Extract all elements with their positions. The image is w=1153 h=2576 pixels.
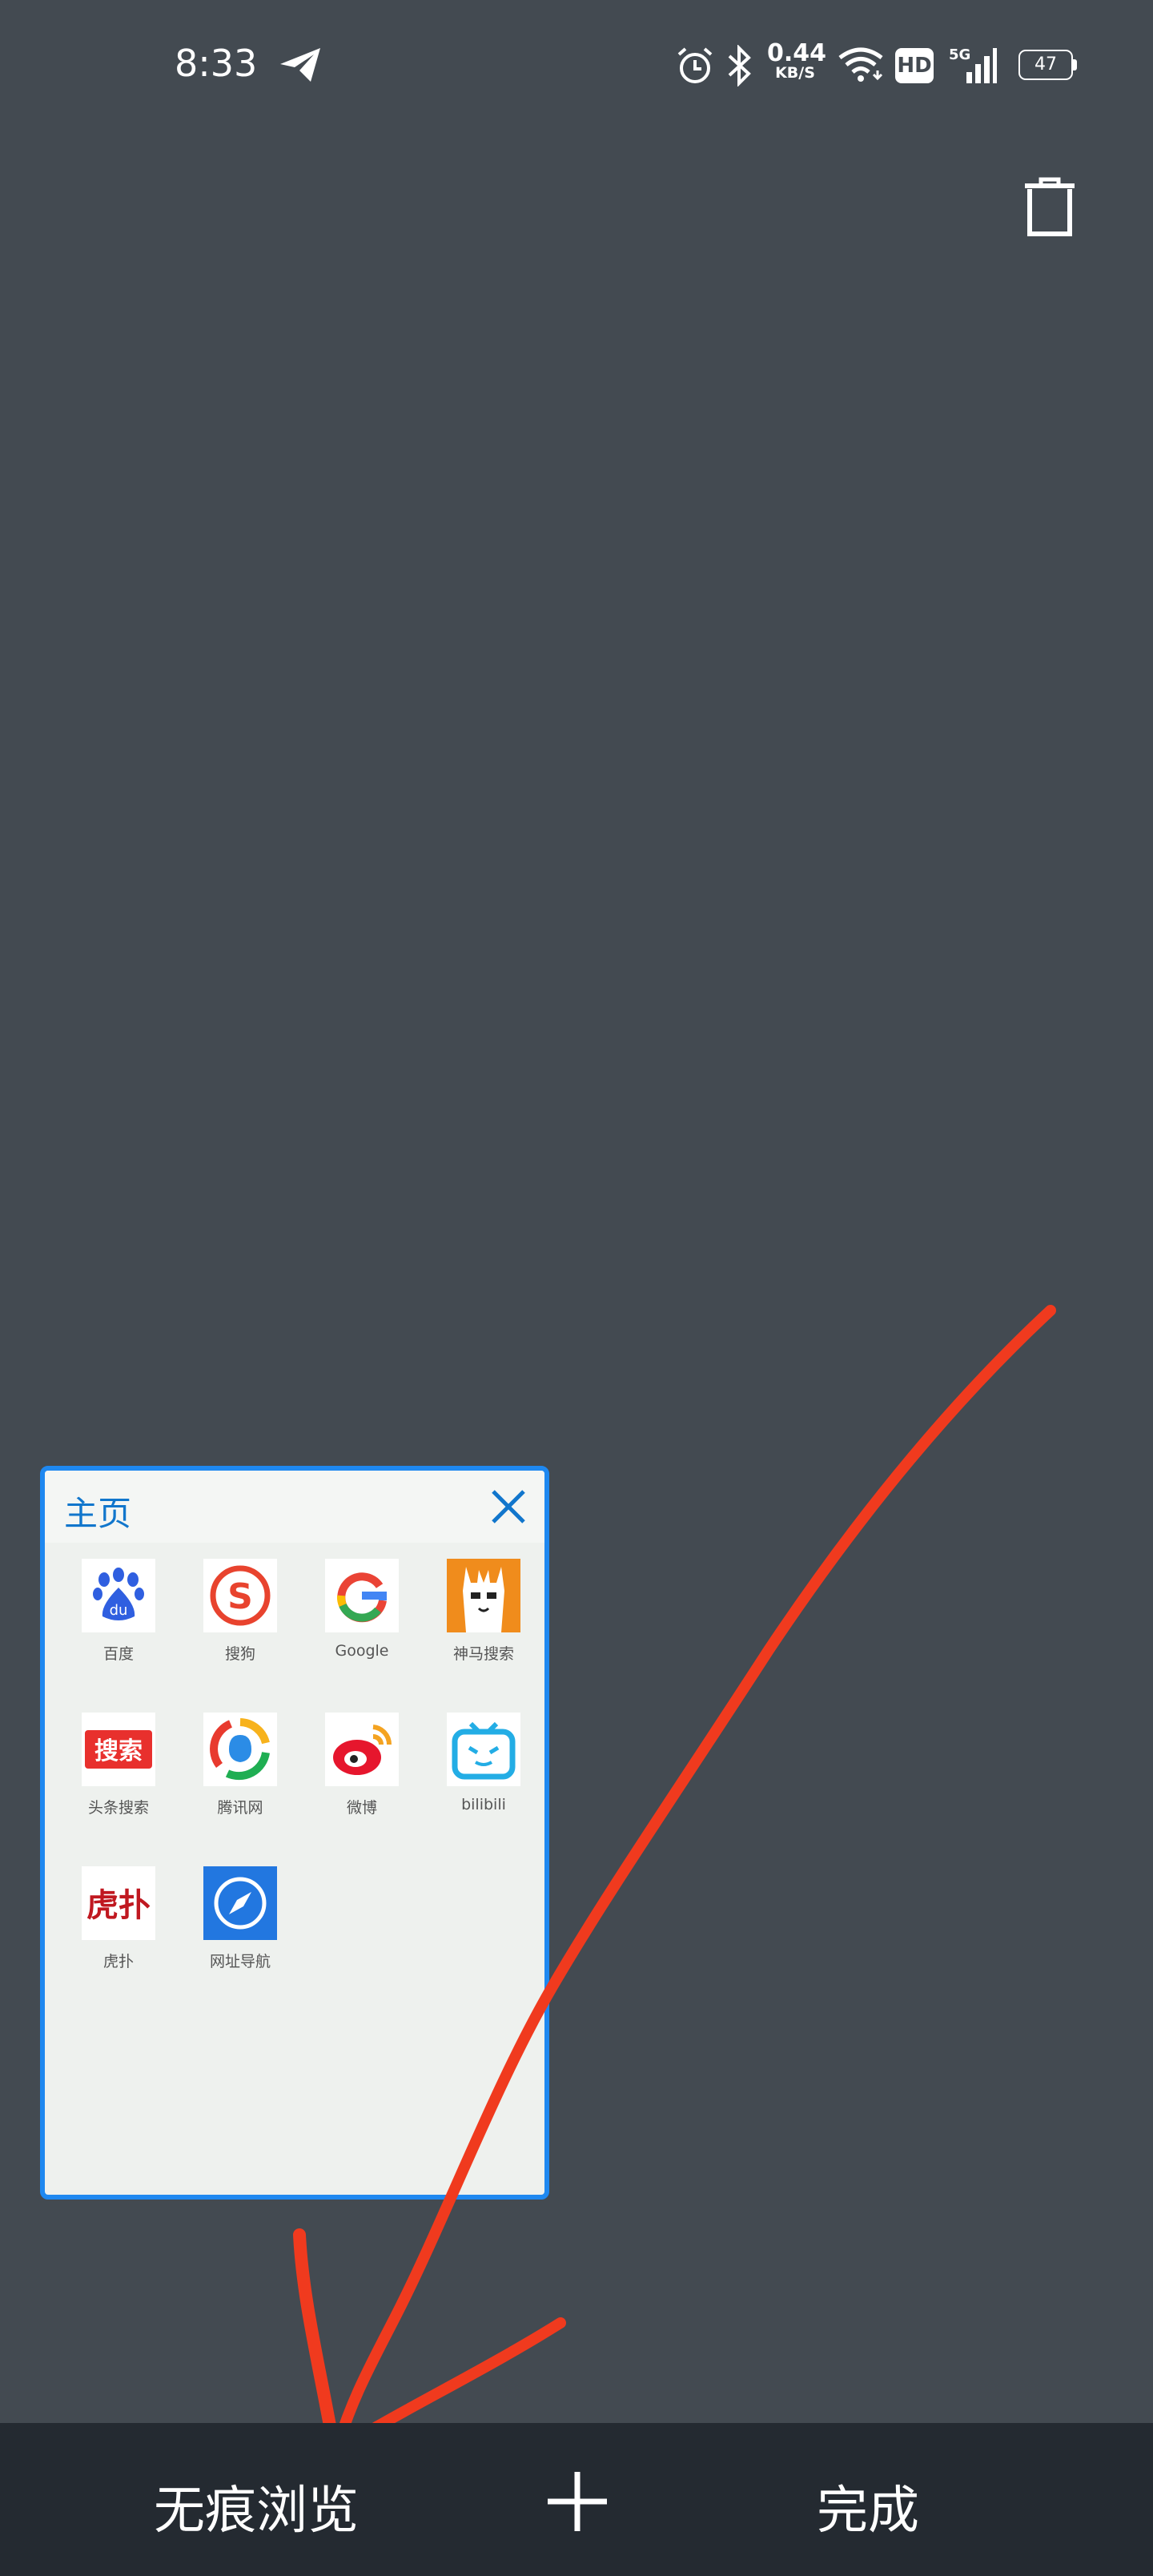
- svg-text:5G: 5G: [949, 46, 970, 63]
- trash-icon[interactable]: [1022, 176, 1078, 237]
- bluetooth-icon: [728, 45, 751, 87]
- toutiao-search-icon: 搜索: [82, 1713, 155, 1786]
- send-icon: [280, 48, 320, 82]
- shortcut-hupu[interactable]: 虎扑 虎扑: [74, 1866, 163, 1971]
- shortcut-shenma[interactable]: 神马搜索: [440, 1559, 528, 1664]
- shortcut-toutiao-search[interactable]: 搜索 头条搜索: [74, 1713, 163, 1817]
- status-bar: 8:33 0.44 KB/S HD 5G 47: [0, 0, 1153, 128]
- signal-icon: 5G: [949, 46, 997, 83]
- weibo-icon: [325, 1713, 399, 1786]
- shortcut-bilibili[interactable]: bilibili: [440, 1713, 528, 1813]
- bottom-bar: 无痕浏览 完成: [0, 2423, 1153, 2576]
- shortcut-google[interactable]: Google: [318, 1559, 406, 1660]
- hupu-icon: 虎扑: [82, 1866, 155, 1940]
- done-button[interactable]: 完成: [817, 2469, 919, 2543]
- battery-icon: 47: [1018, 50, 1078, 80]
- wifi-icon: [838, 47, 883, 82]
- svg-text:虎扑: 虎扑: [86, 1887, 151, 1924]
- svg-text:du: du: [110, 1602, 128, 1619]
- incognito-button[interactable]: 无痕浏览: [154, 2469, 359, 2543]
- plus-icon[interactable]: [544, 2469, 610, 2534]
- shortcut-tencent[interactable]: 腾讯网: [196, 1713, 284, 1817]
- shortcut-baidu[interactable]: du 百度: [74, 1559, 163, 1664]
- compass-icon: [203, 1866, 277, 1940]
- shenma-icon: [447, 1559, 520, 1632]
- shortcut-weibo[interactable]: 微博: [318, 1713, 406, 1817]
- tencent-icon: [203, 1713, 277, 1786]
- sogou-icon: S: [203, 1559, 277, 1632]
- svg-text:搜索: 搜索: [94, 1737, 143, 1765]
- hd-icon: HD: [895, 48, 934, 83]
- svg-text:S: S: [227, 1576, 253, 1617]
- close-icon[interactable]: [490, 1488, 527, 1525]
- google-icon: [325, 1559, 399, 1632]
- tab-card-title: 主页: [64, 1494, 132, 1533]
- baidu-icon: du: [82, 1559, 155, 1632]
- alarm-icon: [677, 47, 713, 83]
- tab-card-home[interactable]: 主页 du 百度 S 搜狗 Google 神马搜索 搜索 头条搜索 腾讯网 微博…: [40, 1466, 549, 2200]
- net-speed: 0.44 KB/S: [767, 39, 827, 82]
- shortcut-web-directory[interactable]: 网址导航: [196, 1866, 284, 1971]
- tab-card-header: 主页: [45, 1471, 544, 1543]
- shortcut-sogou[interactable]: S 搜狗: [196, 1559, 284, 1664]
- status-time: 8:33: [175, 42, 258, 85]
- bilibili-icon: [447, 1713, 520, 1786]
